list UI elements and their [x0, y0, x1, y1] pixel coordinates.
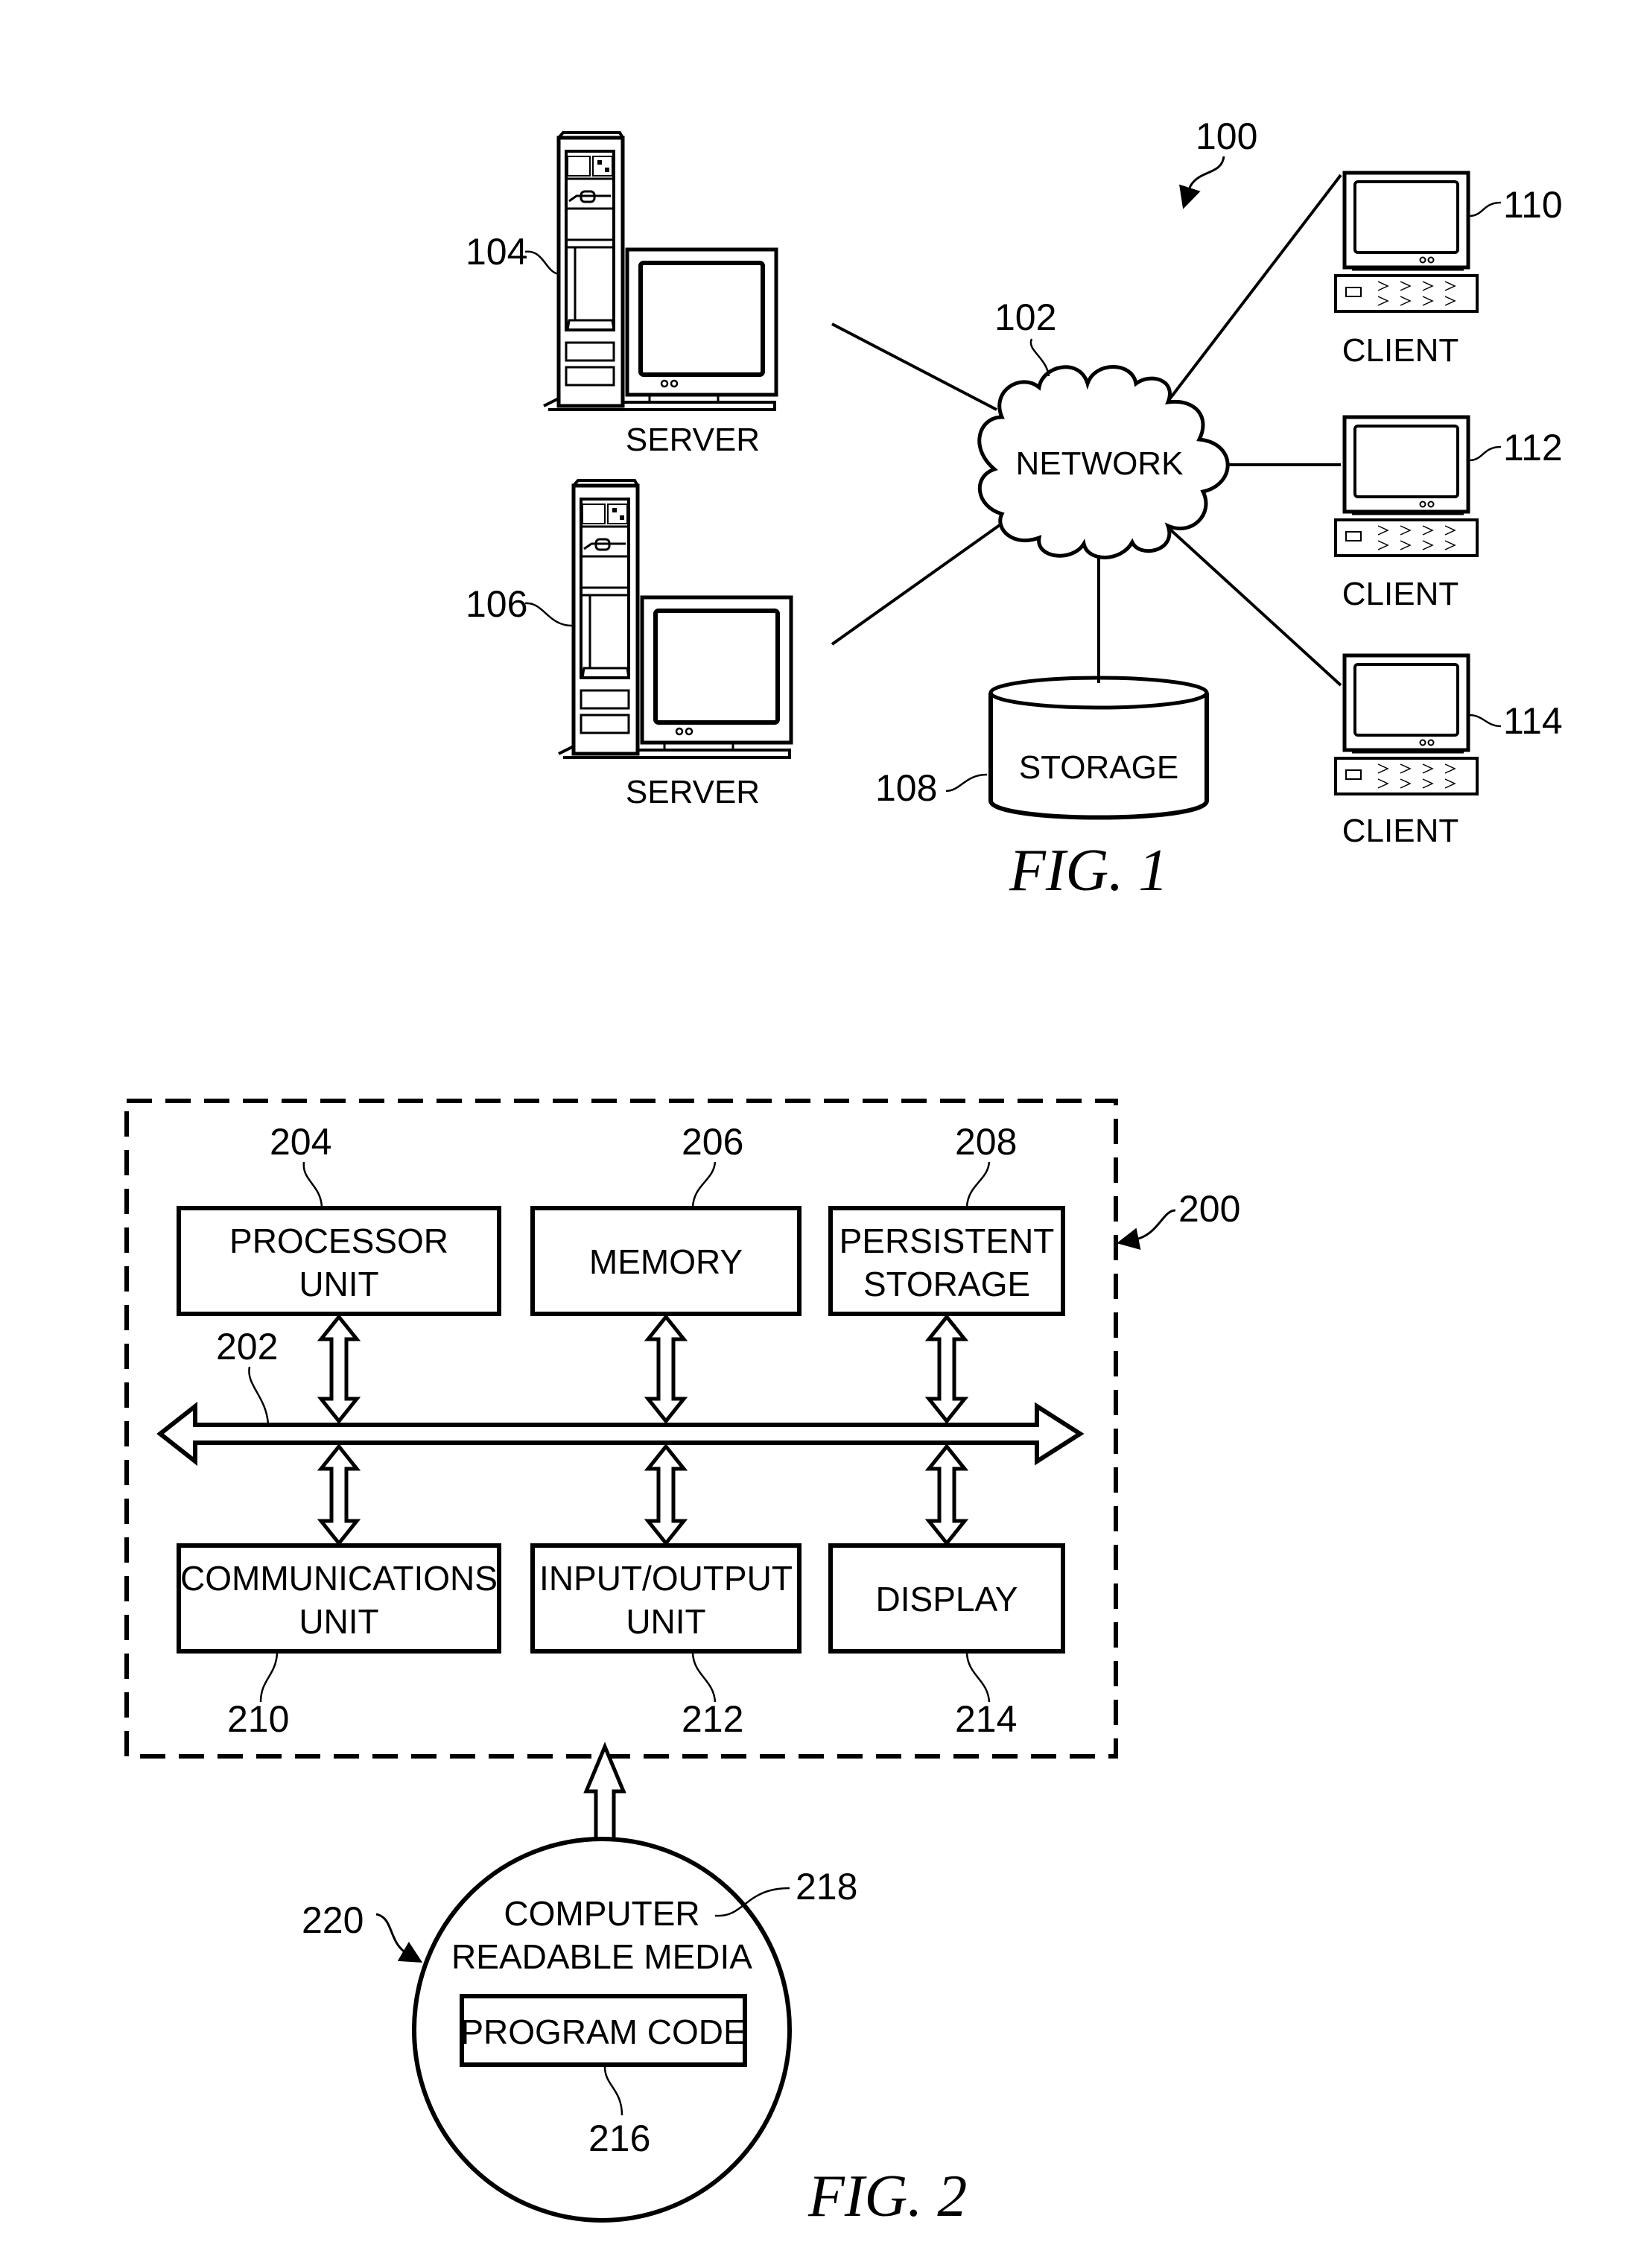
ref-100: 100	[1196, 115, 1257, 157]
bidirectional-arrow-bottom-1	[644, 1443, 688, 1547]
server-ref: 106	[466, 583, 527, 625]
box-ref: 208	[955, 1121, 1017, 1163]
client-label: CLIENT	[1342, 576, 1459, 612]
box-processor-unit: PROCESSOR UNIT 204	[177, 1121, 501, 1316]
leader-line	[1468, 445, 1502, 462]
leader-line	[259, 1653, 279, 1703]
leader-line	[1468, 201, 1502, 217]
client-ref: 112	[1503, 427, 1563, 468]
client-110: CLIENT 110	[1336, 173, 1563, 369]
box-label-line1: MEMORY	[589, 1242, 743, 1281]
bidirectional-arrow-bottom-2	[924, 1443, 969, 1547]
bidirectional-arrow-top-0	[317, 1313, 361, 1425]
box-ref: 210	[227, 1698, 289, 1740]
server-label: SERVER	[626, 774, 760, 810]
database-icon	[988, 674, 1209, 820]
bidirectional-arrow-top-1	[644, 1313, 688, 1425]
box-ref: 204	[270, 1121, 331, 1163]
box-label-line1: PERSISTENT	[839, 1222, 1055, 1260]
media-ref: 220	[302, 1899, 364, 1941]
leader-line	[302, 1161, 323, 1207]
storage-108: STORAGE 108	[875, 674, 1209, 820]
figure-1-caption: FIG. 1	[1009, 838, 1168, 903]
server-106: 106 SERVER	[466, 480, 791, 810]
box-label-line2: UNIT	[299, 1602, 378, 1641]
ref-200-arrow	[1117, 1209, 1176, 1251]
link-server-106	[831, 524, 1001, 646]
server-104: 104 SERVER	[466, 133, 776, 458]
box-display: DISPLAY 214	[828, 1543, 1065, 1740]
ref-200: 200	[1178, 1188, 1240, 1230]
box-memory: MEMORY 206	[530, 1121, 802, 1316]
client-label: CLIENT	[1342, 332, 1459, 369]
box-label-line2: STORAGE	[863, 1265, 1030, 1303]
client-computer-icon	[1336, 417, 1477, 556]
leader-line	[248, 1366, 270, 1426]
client-label: CLIENT	[1342, 813, 1459, 849]
box-label-line1: DISPLAY	[876, 1580, 1018, 1619]
media-label-line1: COMPUTER	[504, 1894, 699, 1933]
box-label-line1: PROCESSOR	[229, 1222, 448, 1260]
box-ref: 214	[955, 1698, 1017, 1740]
server-icon	[544, 133, 776, 410]
box-persistent-storage: PERSISTENT STORAGE 208	[828, 1121, 1065, 1316]
link-server-104	[831, 323, 997, 411]
media-input-arrow	[583, 1741, 626, 1840]
media-label-ref: 218	[796, 1866, 857, 1908]
client-ref: 110	[1503, 184, 1563, 226]
leader-line	[965, 1653, 991, 1703]
storage-label: STORAGE	[1019, 749, 1178, 786]
box-communications-unit: COMMUNICATIONS UNIT 210	[177, 1543, 501, 1740]
computer-readable-media-220: COMPUTER READABLE MEDIA PROGRAM CODE 216…	[302, 1837, 857, 2223]
bidirectional-arrow-top-2	[924, 1313, 969, 1425]
program-code-label: PROGRAM CODE	[460, 2013, 746, 2051]
network-links	[831, 174, 1342, 687]
network-label: NETWORK	[1016, 445, 1184, 482]
box-label-line1: INPUT/OUTPUT	[539, 1559, 793, 1598]
leader-line	[945, 773, 988, 792]
figure-2: 200 202 PROCESSOR UNIT 204 MEMORY 206 PE…	[124, 1099, 1240, 2229]
leader-line	[965, 1161, 991, 1207]
ref-100-arrow	[1179, 156, 1225, 209]
figure-2-caption: FIG. 2	[807, 2164, 967, 2229]
bus-ref: 202	[216, 1326, 278, 1368]
program-code-ref: 216	[588, 2118, 650, 2159]
box-ref: 206	[682, 1121, 743, 1163]
client-114: CLIENT 114	[1336, 655, 1563, 849]
client-ref: 114	[1503, 700, 1563, 742]
link-client-114	[1168, 527, 1342, 687]
figure-1: 100 104 SERVER 106 SERVER NETWORK 102 ST…	[466, 115, 1563, 903]
server-label: SERVER	[626, 422, 760, 458]
patent-drawing-sheet: 100 104 SERVER 106 SERVER NETWORK 102 ST…	[124, 115, 1563, 2229]
leader-line	[1468, 714, 1502, 728]
leader-line	[524, 602, 573, 627]
box-label-line2: UNIT	[626, 1602, 705, 1641]
network-102: NETWORK 102	[977, 296, 1230, 559]
link-client-110	[1168, 174, 1342, 401]
box-label-line2: UNIT	[299, 1265, 378, 1303]
leader-line	[691, 1653, 717, 1703]
media-ref-arrow	[375, 1913, 423, 1963]
server-ref: 104	[466, 231, 527, 273]
server-icon	[559, 480, 791, 757]
network-ref: 102	[994, 296, 1056, 338]
box-input-output-unit: INPUT/OUTPUT UNIT 212	[530, 1543, 802, 1740]
storage-ref: 108	[875, 767, 937, 809]
leader-line	[1029, 338, 1050, 377]
box-label-line1: COMMUNICATIONS	[180, 1559, 498, 1598]
leader-line	[524, 250, 559, 276]
client-computer-icon	[1336, 173, 1477, 311]
media-label-line2: READABLE MEDIA	[451, 1937, 752, 1976]
client-computer-icon	[1336, 655, 1477, 794]
box-ref: 212	[682, 1698, 743, 1740]
leader-line	[691, 1161, 717, 1207]
bidirectional-arrow-bottom-0	[317, 1443, 361, 1547]
client-112: CLIENT 112	[1336, 417, 1563, 612]
